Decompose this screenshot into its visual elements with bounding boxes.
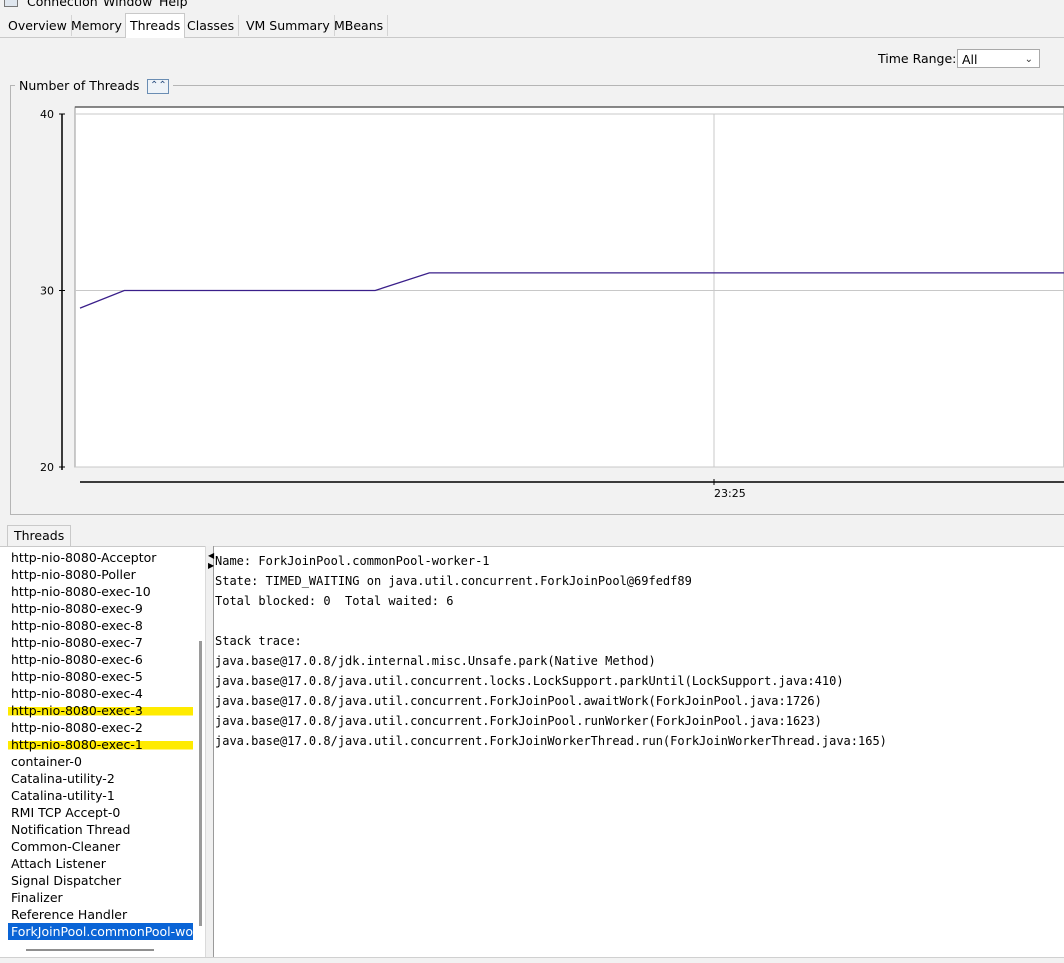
triangle-right-icon[interactable]: ▶: [208, 562, 214, 570]
y-tick-label: 30: [40, 285, 54, 298]
threads-section-tab[interactable]: Threads: [7, 525, 72, 546]
thread-details-pane: Name: ForkJoinPool.commonPool-worker-1 St…: [215, 553, 887, 753]
x-tick-label: 23:25: [714, 487, 746, 500]
thread-list-item[interactable]: http-nio-8080-exec-6: [8, 651, 193, 668]
thread-list-item[interactable]: container-0: [8, 753, 193, 770]
thread-list-item[interactable]: Signal Dispatcher: [8, 872, 193, 889]
thread-info-line: State: TIMED_WAITING on java.util.concur…: [215, 574, 692, 588]
thread-list-item[interactable]: ForkJoinPool.commonPool-wor: [8, 923, 193, 940]
thread-list-item[interactable]: http-nio-8080-exec-7: [8, 634, 193, 651]
y-tick-label: 20: [40, 461, 54, 474]
thread-list-item[interactable]: http-nio-8080-exec-8: [8, 617, 193, 634]
thread-count-chart: 40 30 20 23:25: [40, 106, 1064, 500]
thread-list-horizontal-scrollbar[interactable]: [26, 949, 154, 951]
thread-list-item[interactable]: Attach Listener: [8, 855, 193, 872]
thread-list-item[interactable]: http-nio-8080-exec-4: [8, 685, 193, 702]
plot-area: [74, 106, 1064, 468]
status-strip: [0, 957, 1064, 963]
thread-list-item[interactable]: http-nio-8080-exec-1: [8, 736, 193, 753]
split-pane-divider[interactable]: ◀ ▶: [205, 546, 214, 962]
stack-trace-line: java.base@17.0.8/java.util.concurrent.Fo…: [215, 694, 822, 708]
thread-list-item[interactable]: http-nio-8080-exec-3: [8, 702, 193, 719]
thread-list-item[interactable]: http-nio-8080-exec-9: [8, 600, 193, 617]
thread-list[interactable]: http-nio-8080-Acceptor http-nio-8080-Poll…: [8, 549, 193, 951]
thread-list-item[interactable]: Reference Handler: [8, 906, 193, 923]
thread-list-vertical-scrollbar[interactable]: [199, 641, 202, 926]
stack-trace-line: java.base@17.0.8/jdk.internal.misc.Unsaf…: [215, 654, 656, 668]
thread-list-item[interactable]: Finalizer: [8, 889, 193, 906]
stack-trace-heading: Stack trace:: [215, 634, 302, 648]
thread-list-item[interactable]: http-nio-8080-Poller: [8, 566, 193, 583]
stack-trace-line: java.base@17.0.8/java.util.concurrent.Fo…: [215, 714, 822, 728]
triangle-left-icon[interactable]: ◀: [208, 552, 214, 560]
thread-info-line: Total blocked: 0 Total waited: 6: [215, 594, 454, 608]
thread-list-item[interactable]: http-nio-8080-exec-10: [8, 583, 193, 600]
stack-trace-line: java.base@17.0.8/java.util.concurrent.Fo…: [215, 734, 887, 748]
thread-list-item[interactable]: Common-Cleaner: [8, 838, 193, 855]
thread-list-item[interactable]: Catalina-utility-1: [8, 787, 193, 804]
y-tick-label: 40: [40, 108, 54, 121]
thread-list-item[interactable]: Catalina-utility-2: [8, 770, 193, 787]
thread-list-item[interactable]: http-nio-8080-exec-5: [8, 668, 193, 685]
stack-trace-line: [215, 613, 887, 633]
thread-list-item[interactable]: http-nio-8080-Acceptor: [8, 549, 193, 566]
thread-info-line: Name: ForkJoinPool.commonPool-worker-1: [215, 554, 490, 568]
thread-list-item[interactable]: Notification Thread: [8, 821, 193, 838]
stack-trace-line: java.base@17.0.8/java.util.concurrent.lo…: [215, 674, 844, 688]
thread-list-item[interactable]: RMI TCP Accept-0: [8, 804, 193, 821]
thread-list-item[interactable]: http-nio-8080-exec-2: [8, 719, 193, 736]
